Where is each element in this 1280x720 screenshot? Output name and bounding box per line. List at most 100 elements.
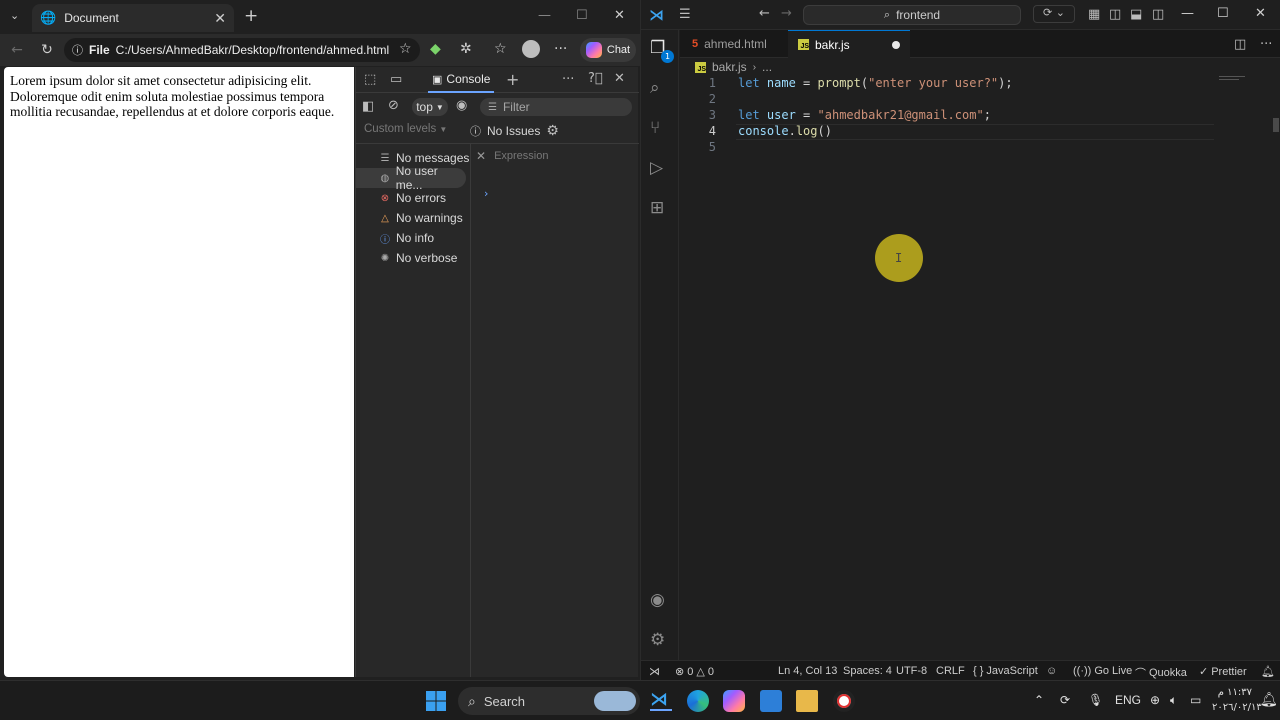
microphone-icon[interactable]: 🎙︎ — [1088, 693, 1103, 707]
sidebar-toggle-icon[interactable]: ◧ — [362, 99, 374, 114]
live-expression[interactable]: ✕ Expression — [476, 149, 548, 163]
inspect-element-icon[interactable]: ⬚ — [364, 72, 376, 87]
close-tab-icon[interactable]: ✕ — [214, 10, 226, 27]
code-line[interactable]: 1 let name = prompt("enter your user?"); — [680, 76, 1240, 92]
sync-icon[interactable]: ⟳ — [1060, 693, 1070, 707]
close-window-icon[interactable]: ✕ — [614, 8, 625, 23]
more-menu-icon[interactable]: ··· — [554, 41, 567, 57]
code-editor[interactable]: 1 let name = prompt("enter your user?");… — [680, 76, 1280, 660]
sidebar-item-warnings[interactable]: △ No warnings — [356, 208, 470, 228]
tab-bakr-js[interactable]: JS bakr.js — [788, 30, 910, 58]
tab-console[interactable]: ▣ Console — [428, 67, 495, 93]
nav-back-icon[interactable]: ← — [759, 6, 770, 21]
tab-ahmed-html[interactable]: 5 ahmed.html — [682, 30, 777, 58]
back-icon[interactable]: ← — [2, 42, 32, 58]
encoding[interactable]: UTF-8 — [896, 665, 927, 677]
code-line[interactable]: 3 let user = "ahmedbakr21@gmail.com"; — [680, 108, 1240, 124]
extensions-puzzle-icon[interactable]: ✲ — [460, 41, 472, 57]
scrollbar[interactable] — [1273, 118, 1279, 132]
volume-icon[interactable]: 🔈︎ — [1170, 693, 1177, 708]
indentation[interactable]: Spaces: 4 — [843, 665, 892, 677]
context-selector[interactable]: top ▼ — [412, 98, 448, 116]
settings-gear-icon[interactable]: ⚙ — [546, 122, 559, 139]
sidebar-item-verbose[interactable]: ✺ No verbose — [356, 248, 470, 268]
clear-console-icon[interactable]: ⊘ — [388, 98, 399, 113]
browser-tab-document[interactable]: 🌐 Document ✕ — [32, 4, 234, 32]
language-mode[interactable]: { } JavaScript — [973, 665, 1038, 677]
help-icon[interactable]: ?⃝ — [588, 71, 603, 86]
input-language[interactable]: ENG — [1115, 693, 1141, 707]
sidebar-item-user-messages[interactable]: ◍ No user me... — [356, 164, 466, 192]
battery-icon[interactable]: ▭ — [1190, 693, 1201, 707]
toggle-secondary-sidebar-icon[interactable]: ◫ — [1152, 7, 1164, 22]
live-expression-eye-icon[interactable]: ◉ — [456, 98, 467, 113]
favorite-star-icon[interactable]: ☆ — [399, 41, 412, 57]
breadcrumb-more[interactable]: ... — [762, 60, 772, 74]
close-window-icon[interactable]: ✕ — [1255, 6, 1266, 21]
minimap[interactable] — [1219, 76, 1245, 82]
record-taskbar-icon[interactable] — [833, 690, 855, 712]
notification-bell-icon[interactable]: 🔔︎ — [1260, 691, 1278, 708]
edge-taskbar-icon[interactable] — [687, 690, 709, 712]
taskbar-search[interactable]: ⌕ Search — [458, 687, 640, 715]
close-devtools-icon[interactable]: ✕ — [614, 71, 625, 86]
copilot-toggle-icon[interactable]: ⟳ ⌄ — [1033, 5, 1075, 23]
notifications-bell-icon[interactable]: 🔔︎ — [1261, 665, 1275, 678]
minimize-icon[interactable]: — — [538, 8, 551, 23]
editor-more-icon[interactable]: ··· — [1260, 37, 1272, 52]
minimize-icon[interactable]: — — [1181, 6, 1194, 21]
source-control-icon[interactable]: ⑂ — [650, 118, 660, 138]
copilot-status-icon[interactable]: ☺ — [1046, 665, 1057, 677]
breadcrumb-file[interactable]: bakr.js — [712, 60, 747, 74]
go-live-button[interactable]: ((·)) Go Live — [1073, 665, 1132, 677]
command-center-search[interactable]: ⌕ frontend — [803, 5, 1021, 25]
tab-actions-chevron-icon[interactable]: ⌄ — [10, 9, 19, 22]
code-line[interactable]: 2 — [680, 92, 1240, 108]
toggle-primary-sidebar-icon[interactable]: ◫ — [1109, 7, 1121, 22]
store-taskbar-icon[interactable] — [760, 690, 782, 712]
customize-layout-icon[interactable]: ▦ — [1088, 7, 1100, 22]
maximize-icon[interactable]: ☐ — [576, 8, 588, 23]
network-globe-icon[interactable]: ⊕ — [1150, 693, 1160, 707]
toggle-panel-icon[interactable]: ⬓ — [1130, 7, 1142, 22]
filter-input[interactable]: ☰ Filter — [480, 98, 632, 116]
quokka-button[interactable]: ⌒ Quokka — [1135, 665, 1187, 681]
remote-icon[interactable]: ⋊ — [649, 665, 660, 678]
line-ending[interactable]: CRLF — [936, 665, 965, 677]
code-line[interactable]: 5 — [680, 140, 1240, 156]
extension-drop-icon[interactable]: ◆ — [430, 41, 441, 57]
file-explorer-taskbar-icon[interactable] — [796, 690, 818, 712]
menu-hamburger-icon[interactable]: ☰ — [679, 7, 691, 22]
profile-avatar[interactable] — [522, 40, 540, 58]
console-prompt-chevron-icon[interactable]: › — [484, 187, 488, 200]
search-icon[interactable]: ⌕ — [650, 78, 660, 98]
unsaved-dot-icon[interactable] — [891, 40, 900, 49]
new-tab-icon[interactable]: + — [244, 6, 258, 26]
maximize-icon[interactable]: ☐ — [1217, 6, 1229, 21]
add-tab-icon[interactable]: + — [506, 70, 519, 89]
windows-start-icon[interactable] — [425, 690, 447, 712]
favorites-list-icon[interactable]: ☆ — [494, 41, 507, 57]
extensions-icon[interactable]: ⊞ — [650, 198, 664, 218]
address-bar[interactable]: ⓘ File C:/Users/AhmedBakr/Desktop/fronte… — [64, 38, 420, 62]
copilot-chat-button[interactable]: Chat — [580, 38, 636, 62]
system-clock[interactable]: ١١:٣٧ م ٢٠٢٦/٠٢/١٣ — [1212, 685, 1262, 715]
devtools-more-icon[interactable]: ··· — [562, 72, 574, 87]
tray-chevron-up-icon[interactable]: ⌃ — [1034, 693, 1044, 707]
close-expression-icon[interactable]: ✕ — [476, 149, 486, 163]
refresh-icon[interactable]: ↻ — [32, 42, 62, 58]
account-icon[interactable]: ◉ — [650, 590, 665, 610]
nav-forward-icon[interactable]: → — [781, 6, 792, 21]
cursor-position[interactable]: Ln 4, Col 13 — [778, 665, 837, 677]
copilot-taskbar-icon[interactable] — [723, 690, 745, 712]
sidebar-item-info[interactable]: ⓘ No info — [356, 228, 470, 248]
issues-counter[interactable]: ⓘ No Issues ⚙ — [470, 122, 559, 139]
code-line[interactable]: 4 console.log() — [680, 124, 1240, 140]
run-debug-icon[interactable]: ▷ — [650, 158, 663, 178]
problems-indicator[interactable]: ⊗ 0 △ 0 — [675, 665, 714, 679]
manage-gear-icon[interactable]: ⚙ — [650, 630, 665, 650]
split-editor-icon[interactable]: ◫ — [1234, 37, 1246, 52]
prettier-button[interactable]: ✓ Prettier — [1199, 665, 1247, 679]
device-toolbar-icon[interactable]: ▭ — [390, 72, 402, 87]
vscode-taskbar-icon[interactable]: ⋊ — [650, 689, 672, 711]
